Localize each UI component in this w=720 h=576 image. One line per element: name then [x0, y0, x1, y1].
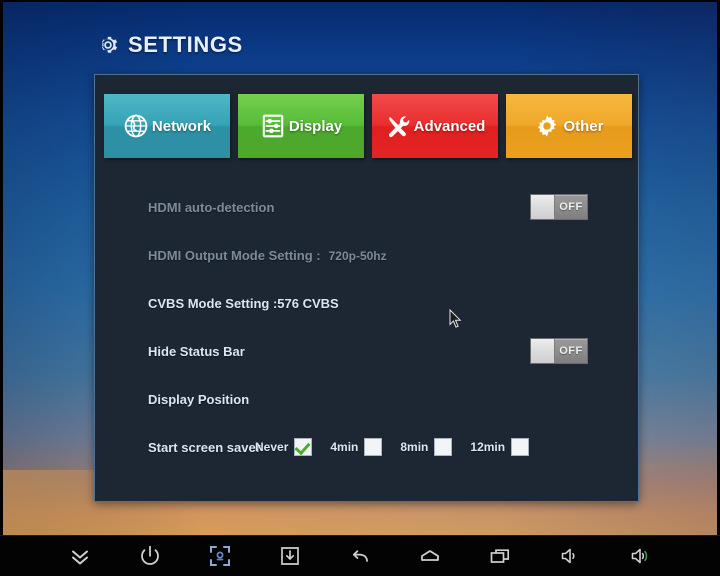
page-header: SETTINGS: [96, 32, 243, 58]
setting-row-hdmi-auto-detection: HDMI auto-detection OFF: [95, 183, 640, 231]
tab-network-label: Network: [151, 117, 212, 135]
home-button[interactable]: [395, 536, 465, 576]
screenshot-button[interactable]: [185, 536, 255, 576]
tab-other[interactable]: Other: [506, 94, 632, 158]
collapse-button[interactable]: [45, 536, 115, 576]
screen-saver-options: Never 4min 8min 12min: [255, 438, 547, 456]
checkbox-never[interactable]: [294, 438, 313, 456]
setting-row-start-screen-saver: Start screen saver Never 4min 8min 12min: [95, 423, 640, 471]
checkbox-4min[interactable]: [364, 438, 383, 456]
checkbox-8min[interactable]: [434, 438, 453, 456]
tab-advanced[interactable]: Advanced: [372, 94, 498, 158]
tab-display-label: Display: [288, 117, 343, 135]
volume-up-button[interactable]: [605, 536, 675, 576]
screen-saver-option-8min[interactable]: 8min: [400, 438, 453, 456]
volume-up-icon: [631, 548, 648, 564]
tab-network[interactable]: Network: [104, 94, 230, 158]
option-label: Never: [255, 440, 289, 454]
tab-advanced-label: Advanced: [413, 117, 486, 135]
tab-other-label: Other: [563, 117, 604, 135]
recents-icon: [490, 549, 510, 563]
hdmi-auto-detection-toggle[interactable]: OFF: [530, 194, 588, 220]
toggle-state-label: OFF: [559, 201, 583, 213]
screenshot-icon: [210, 546, 230, 566]
toggle-knob: [531, 339, 555, 363]
setting-row-cvbs-mode[interactable]: CVBS Mode Setting :576 CVBS: [95, 279, 640, 327]
setting-row-display-position[interactable]: Display Position: [95, 375, 640, 423]
settings-list: HDMI auto-detection OFF HDMI Output Mode…: [95, 183, 640, 471]
back-button[interactable]: [325, 536, 395, 576]
power-icon: [141, 545, 159, 565]
setting-label: HDMI auto-detection: [148, 199, 275, 215]
volume-down-icon: [561, 548, 575, 564]
setting-label: Start screen saver: [148, 439, 261, 455]
back-arrow-icon: [352, 550, 368, 562]
download-button[interactable]: [255, 536, 325, 576]
gear-icon: [538, 115, 557, 137]
tab-display[interactable]: Display: [238, 94, 364, 158]
download-icon: [281, 547, 299, 565]
system-navigation-bar: [0, 535, 720, 576]
tools-icon: [388, 116, 409, 138]
page-title: SETTINGS: [128, 32, 243, 57]
setting-label: HDMI Output Mode Setting : 720p-50hz: [148, 248, 387, 263]
hide-status-bar-toggle[interactable]: OFF: [530, 338, 588, 364]
volume-down-button[interactable]: [535, 536, 605, 576]
option-label: 12min: [470, 440, 506, 454]
setting-label: CVBS Mode Setting :576 CVBS: [148, 295, 339, 311]
checkbox-12min[interactable]: [511, 438, 530, 456]
setting-label: Hide Status Bar: [148, 343, 245, 359]
settings-tab-bar: Network Display Advanced Other: [104, 94, 632, 158]
screen-saver-option-never[interactable]: Never: [255, 438, 313, 456]
recents-button[interactable]: [465, 536, 535, 576]
globe-icon: [124, 114, 148, 138]
setting-row-hdmi-output-mode[interactable]: HDMI Output Mode Setting : 720p-50hz: [95, 231, 640, 279]
settings-panel: Network Display Advanced Other HDMI auto…: [94, 74, 639, 502]
option-label: 8min: [400, 440, 429, 454]
toggle-knob: [531, 195, 555, 219]
chevron-double-down-icon: [72, 550, 88, 565]
sliders-icon: [262, 114, 284, 138]
screen-saver-option-4min[interactable]: 4min: [330, 438, 383, 456]
option-label: 4min: [330, 440, 359, 454]
home-icon: [421, 550, 439, 561]
setting-label: Display Position: [148, 391, 250, 407]
screen-saver-option-12min[interactable]: 12min: [470, 438, 530, 456]
tv-settings-screen: SETTINGS Network Display Advanced Other …: [0, 0, 720, 576]
power-button[interactable]: [115, 536, 185, 576]
toggle-state-label: OFF: [559, 345, 583, 357]
setting-row-hide-status-bar: Hide Status Bar OFF: [95, 327, 640, 375]
hdmi-output-mode-value: 720p-50hz: [328, 248, 387, 263]
setting-label-text: HDMI Output Mode Setting :: [148, 247, 321, 263]
gear-icon: [101, 36, 118, 53]
